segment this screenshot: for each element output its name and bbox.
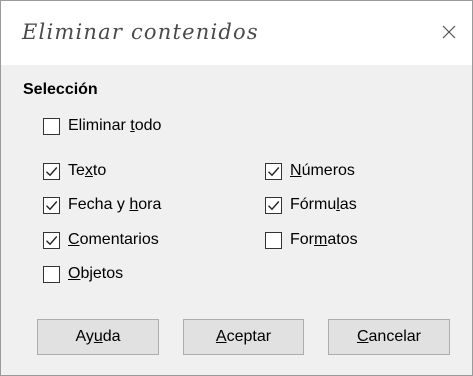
checkmark-icon	[268, 200, 280, 210]
delete-all-label: Eliminar todo	[68, 117, 162, 134]
close-icon[interactable]	[436, 19, 462, 45]
numbers-checkbox[interactable]: Números	[265, 160, 355, 182]
selection-section-label: Selección	[23, 81, 98, 98]
checkbox-box[interactable]	[43, 162, 60, 180]
formulas-label: Fórmulas	[290, 196, 357, 213]
text-checkbox[interactable]: Texto	[43, 160, 106, 182]
delete-all-checkbox[interactable]: Eliminar todo	[43, 115, 161, 137]
ok-button-label: Aceptar	[215, 328, 272, 345]
objects-checkbox[interactable]: Objetos	[43, 263, 123, 285]
close-icon-glyph	[442, 25, 456, 39]
formulas-checkbox[interactable]: Fórmulas	[265, 194, 357, 216]
help-button-label: Ayuda	[75, 328, 121, 345]
checkbox-box[interactable]	[43, 196, 60, 214]
numbers-label: Números	[290, 162, 355, 179]
comments-checkbox[interactable]: Comentarios	[43, 229, 159, 251]
checkmark-icon	[268, 166, 280, 176]
checkbox-box[interactable]	[265, 231, 282, 249]
date-time-checkbox[interactable]: Fecha y hora	[43, 194, 161, 216]
help-button[interactable]: Ayuda	[37, 319, 159, 355]
dialog-titlebar: Eliminar contenidos	[1, 1, 472, 65]
dialog-title: Eliminar contenidos	[22, 20, 259, 44]
objects-label: Objetos	[68, 265, 124, 282]
dialog-content: Selección Eliminar todo Texto Fecha y ho…	[1, 65, 472, 375]
text-label: Texto	[68, 162, 107, 179]
ok-button[interactable]: Aceptar	[183, 319, 304, 355]
cancel-button[interactable]: Cancelar	[328, 319, 450, 355]
checkbox-box[interactable]	[43, 231, 60, 249]
formats-checkbox[interactable]: Formatos	[265, 229, 358, 251]
comments-label: Comentarios	[68, 231, 159, 248]
formats-label: Formatos	[290, 231, 358, 248]
checkbox-box[interactable]	[265, 162, 282, 180]
checkmark-icon	[46, 200, 58, 210]
checkmark-icon	[46, 235, 58, 245]
date-time-label: Fecha y hora	[68, 196, 162, 213]
checkbox-box[interactable]	[43, 265, 60, 283]
delete-contents-dialog: Eliminar contenidos Selección Eliminar t…	[0, 0, 473, 376]
checkbox-box[interactable]	[43, 117, 60, 135]
checkmark-icon	[46, 166, 58, 176]
checkbox-box[interactable]	[265, 196, 282, 214]
cancel-button-label: Cancelar	[356, 328, 422, 345]
